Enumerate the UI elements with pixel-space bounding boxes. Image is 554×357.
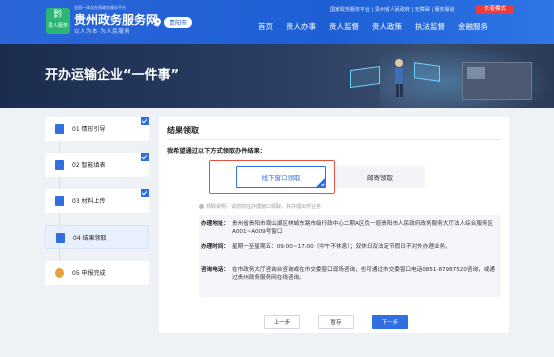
upload-icon [55, 196, 64, 206]
step-item-result[interactable]: 04 结果领取 [45, 225, 149, 249]
pickup-note: 领取说明：请您前往办理窗口领取，并办理出件业务 [199, 203, 321, 210]
site-title[interactable]: 贵州政务服务网 [74, 11, 158, 28]
info-icon [199, 204, 204, 209]
divider [167, 139, 501, 140]
hologram-screen-icon [350, 65, 380, 89]
page-banner: 开办运输企业“一件事” [0, 44, 554, 108]
step-connector [59, 249, 60, 261]
top-links[interactable]: 国家政务服务平台 | 贵州省人民政府 | 无障碍 | 服务渠道 [330, 6, 455, 13]
step-connector [59, 141, 60, 153]
action-buttons: 上一步 暂存 下一步 [264, 315, 408, 329]
nav-services[interactable]: 贵人办事 [286, 21, 316, 32]
note-text: 领取说明：请您前往办理窗口领取，并办理出件业务 [206, 204, 322, 210]
city-badge[interactable]: 贵阳市 [164, 17, 193, 28]
site-header: 黔 贵人服务 全国一体化在线政务服务平台 贵州政务服务网 以人为本·为人民服务 … [0, 0, 554, 44]
city-selector[interactable]: 贵阳市 [154, 17, 193, 28]
save-draft-button[interactable]: 暂存 [318, 315, 354, 329]
step-connector [59, 177, 60, 189]
person-illustration-icon [395, 59, 403, 97]
step-done-check-icon [141, 153, 149, 161]
nav-supervision[interactable]: 贵人监督 [329, 21, 359, 32]
step-label: 02 智能填表 [72, 162, 106, 169]
logo-badge: 黔 [53, 10, 63, 20]
step-item-form[interactable]: 02 智能填表 [45, 153, 149, 177]
nav-policy[interactable]: 贵人政策 [372, 21, 402, 32]
mail-pickup-option[interactable]: 邮寄领取 [335, 166, 425, 188]
form-icon [55, 160, 64, 170]
main-nav: 首页 贵人办事 贵人监督 贵人政策 执法监督 金融服务 [258, 21, 488, 32]
step-item-complete[interactable]: 05 申报完成 [45, 261, 149, 285]
logo-badge-sub: 贵人服务 [47, 23, 68, 29]
page-root: 黔 贵人服务 全国一体化在线政务服务平台 贵州政务服务网 以人为本·为人民服务 … [0, 0, 554, 357]
pickup-question: 我希望通过以下方式领取办件结果： [167, 148, 266, 155]
step-item-guide[interactable]: 01 情形引导 [45, 117, 149, 141]
info-value: 星期一至星期五：09:00~17:00（中午不休息）；双休日及法定节假日不对外办… [232, 244, 451, 250]
info-key: 办理时间： [201, 244, 229, 250]
option-label: 邮寄领取 [367, 174, 393, 182]
banner-title: 开办运输企业“一件事” [45, 68, 180, 83]
nav-home[interactable]: 首页 [258, 21, 273, 32]
prev-button[interactable]: 上一步 [264, 315, 300, 329]
info-value: 贵州省贵阳市观山湖区林城东路市级行政中心二期A区负一层贵阳市人民政府政务服务大厅… [232, 221, 494, 235]
step-connector [59, 213, 60, 225]
step-item-upload[interactable]: 03 材料上传 [45, 189, 149, 213]
result-icon [56, 233, 65, 243]
truck-illustration-icon [462, 62, 532, 100]
step-label: 01 情形引导 [72, 126, 106, 133]
result-panel: 结果领取 我希望通过以下方式领取办件结果： 线下窗口领取 邮寄领取 领取说明：请… [159, 117, 509, 333]
location-pin-icon [154, 18, 161, 27]
step-label: 04 结果领取 [73, 235, 107, 242]
step-label: 05 申报完成 [72, 270, 106, 277]
info-value: 在市政务大厅咨询台咨询或在市交委窗口现场咨询，也可通过市交委窗口电话0851-8… [232, 267, 495, 281]
complete-icon [55, 268, 64, 278]
step-done-check-icon [141, 189, 149, 197]
panel-title: 结果领取 [167, 126, 199, 135]
site-logo[interactable]: 黔 贵人服务 [46, 8, 70, 34]
next-button[interactable]: 下一步 [372, 315, 408, 329]
info-key: 办理地址： [201, 221, 229, 227]
info-key: 咨询电话： [201, 267, 229, 273]
guide-icon [55, 124, 64, 134]
site-slogan: 以人为本·为人民服务 [74, 29, 131, 35]
info-box: 办理地址： 贵州省贵阳市观山湖区林城东路市级行政中心二期A区负一层贵阳市人民政府… [199, 215, 501, 297]
option-label: 线下窗口领取 [261, 174, 301, 182]
nav-finance[interactable]: 金融服务 [458, 21, 488, 32]
step-label: 03 材料上传 [72, 198, 106, 205]
nav-law-enforcement[interactable]: 执法监督 [415, 21, 445, 32]
offline-pickup-option[interactable]: 线下窗口领取 [236, 166, 326, 188]
step-done-check-icon [141, 117, 149, 125]
elder-mode-button[interactable]: 长者模式 [476, 5, 514, 14]
